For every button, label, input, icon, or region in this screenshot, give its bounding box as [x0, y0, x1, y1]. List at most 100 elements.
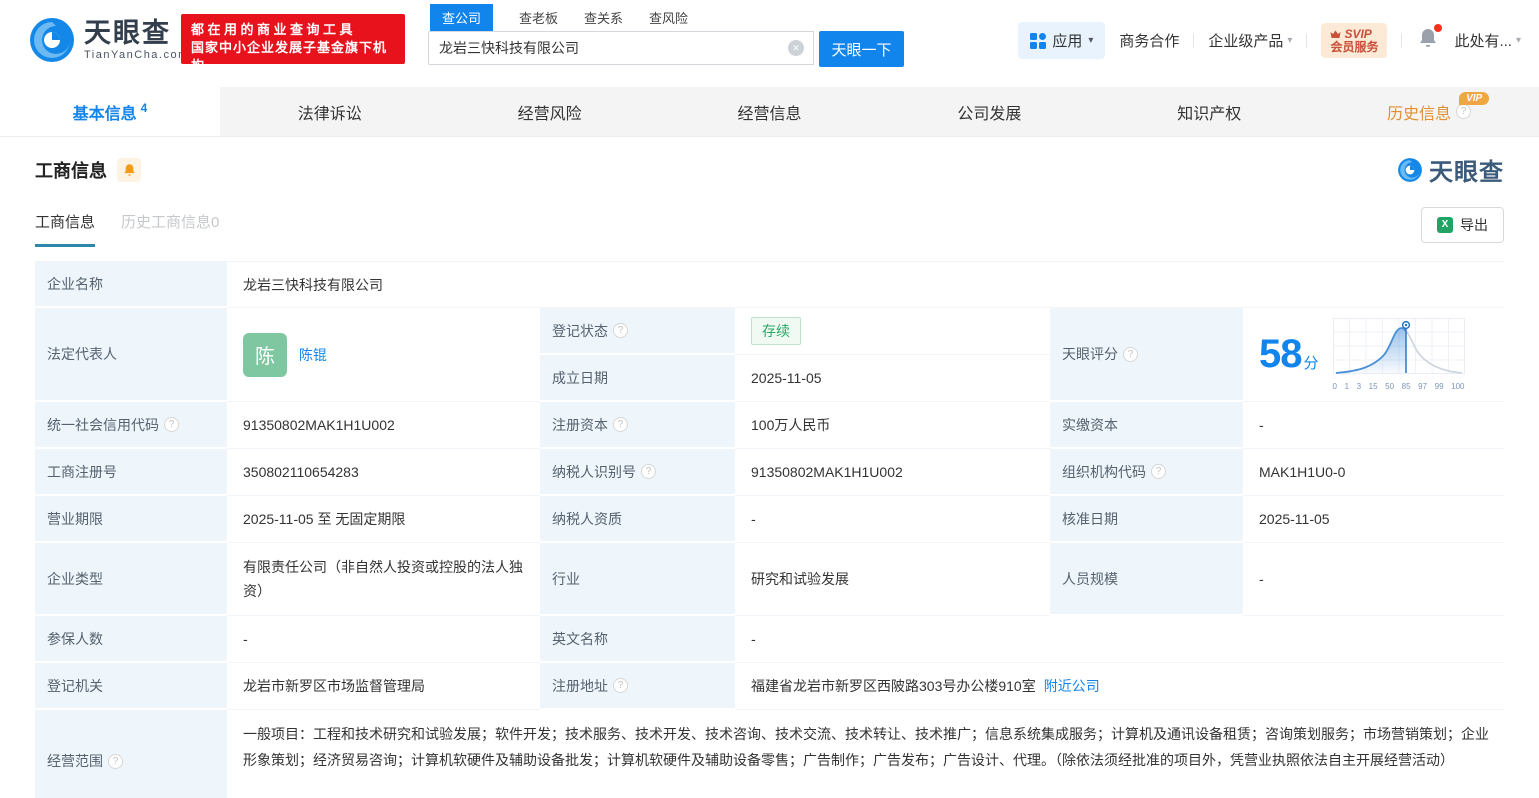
- tab-intellectual-property[interactable]: 知识产权: [1099, 87, 1319, 136]
- search-tab-company[interactable]: 查公司: [430, 4, 494, 31]
- apps-menu[interactable]: 应用 ▾: [1018, 22, 1106, 59]
- svip-label: SVIP: [1344, 27, 1372, 41]
- field-org-code-label: 组织机构代码 ?: [1050, 449, 1243, 496]
- monitor-bell-icon[interactable]: [117, 157, 141, 182]
- caret-down-icon: ▾: [1287, 35, 1293, 46]
- search-tab-risk[interactable]: 查风险: [649, 4, 688, 31]
- question-icon[interactable]: ?: [613, 678, 628, 693]
- question-icon[interactable]: ?: [613, 417, 628, 432]
- field-org-code-value: MAK1H1U0-0: [1243, 449, 1504, 496]
- export-label: 导出: [1460, 217, 1488, 233]
- content-area: 工商信息 天眼查 工商信息 历史工商信息0 X 导出 企业名称 龙岩三快科技有限…: [0, 152, 1539, 798]
- crown-icon: [1330, 30, 1341, 38]
- field-business-scope-value: 一般项目：工程和技术研究和试验发展；软件开发；技术服务、技术开发、技术咨询、技术…: [227, 710, 1504, 798]
- tab-label: 公司发展: [957, 105, 1022, 123]
- brand-name: 天眼查: [84, 18, 171, 48]
- field-reg-capital-value: 100万人民币: [735, 402, 1050, 449]
- search-input[interactable]: [428, 31, 814, 65]
- field-reg-capital-label: 注册资本 ?: [540, 402, 735, 449]
- tianyancha-logo-icon: [1398, 157, 1422, 182]
- field-reg-number-label: 工商注册号: [35, 449, 227, 496]
- field-credit-code-label: 统一社会信用代码 ?: [35, 402, 227, 449]
- tab-operating-risk[interactable]: 经营风险: [440, 87, 660, 136]
- field-staff-size-value: -: [1243, 543, 1504, 616]
- promo-line-1: 都在用的商业查询工具: [191, 22, 357, 37]
- company-detail-tabs: 基本信息 4 法律诉讼 经营风险 经营信息 公司发展 知识产权 VIP 历史信息…: [0, 87, 1539, 137]
- vip-badge: VIP: [1459, 92, 1490, 105]
- export-button[interactable]: X 导出: [1421, 207, 1504, 243]
- tab-label: 经营信息: [737, 105, 802, 123]
- search-tab-boss[interactable]: 查老板: [519, 4, 558, 31]
- tianyancha-watermark: 天眼查: [1397, 152, 1504, 187]
- user-menu[interactable]: 此处有... ▾: [1454, 30, 1521, 51]
- nav-business-cooperation[interactable]: 商务合作: [1119, 30, 1179, 51]
- question-icon[interactable]: ?: [1151, 464, 1166, 479]
- question-icon[interactable]: ?: [108, 753, 123, 769]
- field-score-label: 天眼评分 ?: [1050, 308, 1243, 402]
- field-est-date-label: 成立日期: [540, 355, 735, 402]
- field-taxpayer-id-value: 91350802MAK1H1U002: [735, 449, 1050, 496]
- field-approval-date-value: 2025-11-05: [1243, 496, 1504, 543]
- question-icon[interactable]: ?: [1456, 104, 1472, 119]
- tab-company-development[interactable]: 公司发展: [879, 87, 1099, 136]
- tab-basic-info[interactable]: 基本信息 4: [0, 87, 220, 136]
- top-nav: 应用 ▾ 商务合作 企业级产品 ▾ SVIP 会员服务 此处有... ▾: [1018, 22, 1521, 59]
- field-taxpayer-id-label: 纳税人识别号 ?: [540, 449, 735, 496]
- field-reg-status-value: 存续: [735, 308, 1050, 355]
- tab-label: 经营风险: [517, 105, 582, 123]
- field-english-name-label: 英文名称: [540, 616, 735, 663]
- field-reg-authority-value: 龙岩市新罗区市场监督管理局: [227, 663, 540, 710]
- field-industry-value: 研究和试验发展: [735, 543, 1050, 616]
- svip-sublabel: 会员服务: [1330, 40, 1379, 54]
- field-paid-capital-value: -: [1243, 402, 1504, 449]
- question-icon[interactable]: ?: [164, 417, 179, 432]
- nav-divider: [1401, 33, 1403, 48]
- legal-rep-link[interactable]: 陈锟: [299, 345, 327, 365]
- search-area: 查公司 查老板 查关系 查风险 ✕ 天眼一下: [428, 4, 904, 67]
- field-industry-label: 行业: [540, 543, 735, 616]
- tab-legal-proceedings[interactable]: 法律诉讼: [220, 87, 440, 136]
- promo-banner: 都在用的商业查询工具 国家中小企业发展子基金旗下机构: [181, 14, 405, 73]
- field-legal-rep-label: 法定代表人: [35, 308, 227, 402]
- field-english-name-value: -: [735, 616, 1504, 663]
- field-credit-code-value: 91350802MAK1H1U002: [227, 402, 540, 449]
- tab-history-info[interactable]: VIP 历史信息 ?: [1319, 87, 1539, 136]
- tab-operating-info[interactable]: 经营信息: [660, 87, 880, 136]
- subtab-business-info[interactable]: 工商信息: [35, 211, 96, 247]
- legal-rep-avatar[interactable]: 陈: [243, 332, 287, 377]
- apps-grid-icon: [1030, 32, 1047, 49]
- field-business-scope-label: 经营范围 ?: [35, 710, 227, 798]
- nav-divider: [1193, 33, 1195, 48]
- tab-label: 知识产权: [1177, 105, 1242, 123]
- search-tab-relations[interactable]: 查关系: [584, 4, 623, 31]
- question-icon[interactable]: ?: [1123, 346, 1138, 362]
- status-badge: 存续: [751, 317, 801, 345]
- tab-label: 历史信息: [1387, 105, 1452, 123]
- question-icon[interactable]: ?: [613, 323, 628, 338]
- field-paid-capital-label: 实缴资本: [1050, 402, 1243, 449]
- field-reg-number-value: 350802110654283: [227, 449, 540, 496]
- field-reg-status-label: 登记状态 ?: [540, 308, 735, 355]
- field-taxpayer-qual-value: -: [735, 496, 1050, 543]
- tab-label: 法律诉讼: [297, 105, 362, 123]
- question-icon[interactable]: ?: [641, 464, 656, 479]
- field-insured-count-value: -: [227, 616, 540, 663]
- field-company-name-value: 龙岩三快科技有限公司: [227, 262, 1504, 308]
- tianyancha-logo-icon: [30, 18, 74, 62]
- site-header: 天眼查 TianYanCha.com 都在用的商业查询工具 国家中小企业发展子基…: [0, 0, 1539, 87]
- section-title: 工商信息: [35, 160, 107, 181]
- nav-enterprise-products[interactable]: 企业级产品 ▾: [1208, 30, 1292, 51]
- clear-icon[interactable]: ✕: [788, 40, 804, 56]
- field-legal-rep-value: 陈 陈锟: [227, 308, 540, 402]
- notification-bell-icon[interactable]: [1418, 24, 1443, 54]
- tianyancha-logo[interactable]: 天眼查 TianYanCha.com: [28, 16, 189, 64]
- caret-down-icon: ▾: [1088, 35, 1094, 46]
- field-taxpayer-qual-label: 纳税人资质: [540, 496, 735, 543]
- field-approval-date-label: 核准日期: [1050, 496, 1243, 543]
- svip-membership-badge[interactable]: SVIP 会员服务: [1321, 23, 1388, 58]
- field-staff-size-label: 人员规模: [1050, 543, 1243, 616]
- search-button[interactable]: 天眼一下: [819, 31, 904, 67]
- nearby-companies-link[interactable]: 附近公司: [1044, 676, 1100, 696]
- subtab-history-business-info[interactable]: 历史工商信息0: [121, 211, 219, 247]
- score-number: 58: [1259, 332, 1302, 376]
